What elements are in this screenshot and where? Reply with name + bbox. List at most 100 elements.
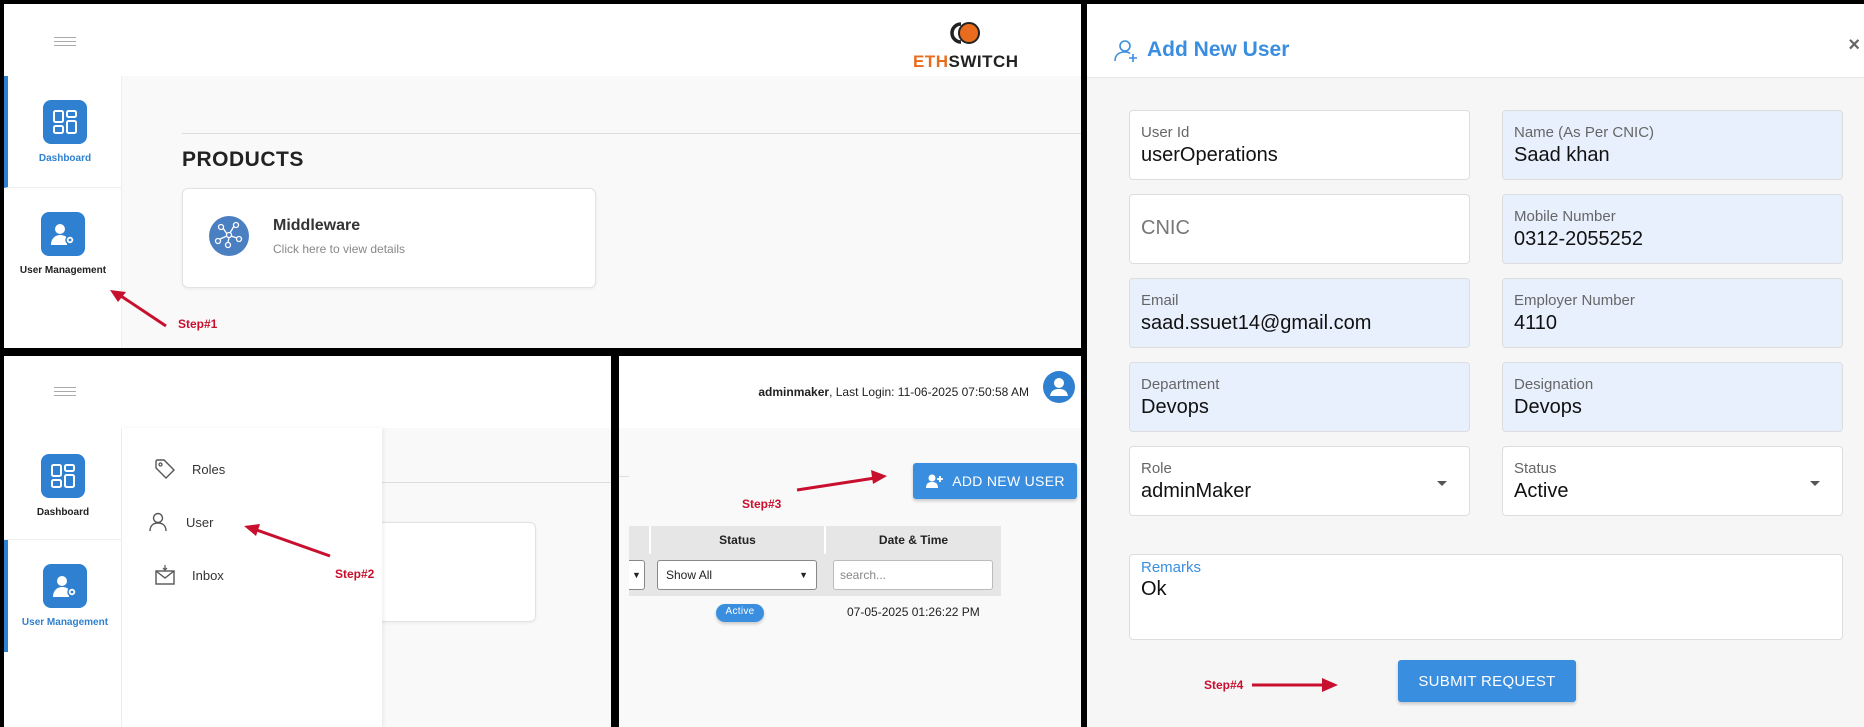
status-badge: Active: [716, 604, 764, 622]
step1-arrow: [110, 290, 167, 328]
submenu-item-inbox[interactable]: Inbox: [154, 560, 224, 590]
status-select[interactable]: Status Active: [1502, 446, 1843, 516]
role-value: adminMaker: [1141, 480, 1252, 502]
department-value: Devops: [1141, 396, 1209, 418]
dialog-title: Add New User: [1147, 38, 1290, 61]
user-icon: [149, 512, 167, 532]
submenu-label-user: User: [186, 514, 214, 530]
mobile-number-field[interactable]: Mobile Number 0312-2055252: [1502, 194, 1843, 264]
email-label: Email: [1141, 292, 1179, 309]
table-header-partial: [629, 526, 651, 554]
product-card-middleware[interactable]: Middleware Click here to view details: [182, 188, 596, 288]
cnic-field[interactable]: CNIC: [1129, 194, 1470, 264]
dropdown-arrow-icon: [1810, 481, 1820, 486]
status-label: Status: [1514, 460, 1557, 477]
email-field[interactable]: Email saad.ssuet14@gmail.com: [1129, 278, 1470, 348]
employer-value: 4110: [1514, 312, 1558, 334]
step3-panel: adminmaker, Last Login: 11-06-2025 07:50…: [619, 356, 1081, 727]
step1-panel: ETHSWITCH Dashboard User Management PROD…: [4, 4, 1081, 348]
status-filter-select[interactable]: Show All ▼: [657, 560, 817, 590]
chevron-down-icon: ▼: [799, 570, 808, 580]
date-search-input[interactable]: search...: [833, 560, 993, 590]
logo-mark-icon: [950, 22, 980, 44]
sidebar-item-user-management[interactable]: User Management: [4, 540, 122, 652]
top-bar: ETHSWITCH: [4, 4, 1081, 76]
add-user-dialog: Add New User × User Id userOperations Na…: [1087, 4, 1864, 727]
sidebar-label-user-management: User Management: [21, 617, 109, 628]
logo-text: ETHSWITCH: [913, 52, 1019, 71]
table-header-date-time[interactable]: Date & Time: [826, 526, 1001, 554]
partial-filter-select[interactable]: ▼: [629, 560, 645, 590]
dropdown-arrow-icon: [1437, 481, 1447, 486]
ethswitch-logo: ETHSWITCH: [913, 18, 1023, 71]
divider: [182, 133, 1081, 134]
designation-field[interactable]: Designation Devops: [1502, 362, 1843, 432]
add-new-user-label: ADD NEW USER: [952, 473, 1065, 489]
middleware-network-icon: [209, 216, 249, 256]
user-gear-icon: [43, 564, 87, 608]
status-value: Active: [1514, 480, 1569, 502]
remarks-value: Ok: [1141, 578, 1167, 600]
menu-toggle-icon[interactable]: [54, 384, 76, 398]
sidebar-label-dashboard: Dashboard: [36, 507, 90, 518]
step2-panel: Dashboard User Management etails Roles U…: [4, 356, 611, 727]
top-bar: [4, 356, 611, 428]
submenu-label-roles: Roles: [192, 461, 226, 477]
add-user-outline-icon: [1114, 40, 1137, 62]
dialog-header: Add New User ×: [1087, 4, 1864, 78]
email-value: saad.ssuet14@gmail.com: [1141, 312, 1372, 334]
submenu-item-roles[interactable]: Roles: [154, 454, 225, 484]
row-date-time: 07-05-2025 01:26:22 PM: [847, 605, 980, 619]
role-label: Role: [1141, 460, 1172, 477]
sidebar-item-user-management[interactable]: User Management: [4, 188, 122, 300]
sidebar-label-user-management: User Management: [19, 265, 107, 276]
step4-arrow: [1252, 678, 1338, 692]
username: adminmaker: [758, 385, 830, 399]
submit-request-button[interactable]: SUBMIT REQUEST: [1398, 660, 1576, 702]
sidebar: Dashboard User Management: [4, 76, 122, 348]
mobile-label: Mobile Number: [1514, 208, 1616, 225]
user-id-value: userOperations: [1141, 144, 1278, 166]
add-user-icon: [926, 474, 944, 488]
department-label: Department: [1141, 376, 1220, 393]
divider: [619, 476, 629, 477]
step1-label: Step#1: [178, 317, 218, 331]
employer-number-field[interactable]: Employer Number 4110: [1502, 278, 1843, 348]
name-value: Saad khan: [1514, 144, 1610, 166]
chevron-down-icon: ▼: [632, 570, 641, 580]
designation-label: Designation: [1514, 376, 1594, 393]
sidebar-item-dashboard[interactable]: Dashboard: [4, 428, 122, 540]
role-select[interactable]: Role adminMaker: [1129, 446, 1470, 516]
step2-arrow: [244, 524, 331, 558]
remarks-field[interactable]: Remarks Ok: [1129, 554, 1843, 640]
sidebar-item-dashboard[interactable]: Dashboard: [4, 76, 122, 188]
department-field[interactable]: Department Devops: [1129, 362, 1470, 432]
cnic-placeholder: CNIC: [1141, 217, 1190, 239]
close-icon[interactable]: ×: [1848, 34, 1860, 57]
name-field[interactable]: Name (As Per CNIC) Saad khan: [1502, 110, 1843, 180]
user-id-field[interactable]: User Id userOperations: [1129, 110, 1470, 180]
user-gear-icon: [41, 212, 85, 256]
card-title: Middleware: [273, 217, 361, 234]
step4-label: Step#4: [1204, 678, 1244, 692]
employer-label: Employer Number: [1514, 292, 1635, 309]
card-subtitle: Click here to view details: [273, 242, 406, 256]
remarks-label: Remarks: [1141, 559, 1202, 576]
last-login: , Last Login: 11-06-2025 07:50:58 AM: [829, 385, 1029, 399]
designation-value: Devops: [1514, 396, 1582, 418]
name-label: Name (As Per CNIC): [1514, 124, 1655, 141]
user-id-label: User Id: [1141, 124, 1190, 141]
menu-toggle-icon[interactable]: [54, 34, 76, 48]
dashboard-icon: [43, 100, 87, 144]
sidebar: Dashboard User Management: [4, 428, 122, 727]
add-new-user-button[interactable]: ADD NEW USER: [913, 463, 1077, 499]
sidebar-label-dashboard: Dashboard: [38, 153, 92, 164]
products-title: PRODUCTS: [182, 148, 304, 171]
user-avatar-icon: [1050, 378, 1068, 396]
avatar[interactable]: [1043, 371, 1075, 403]
mobile-value: 0312-2055252: [1514, 228, 1644, 250]
submenu-label-inbox: Inbox: [192, 567, 224, 583]
table-header-status[interactable]: Status: [651, 526, 826, 554]
submenu-item-user[interactable]: User: [148, 507, 213, 537]
user-login-info: adminmaker, Last Login: 11-06-2025 07:50…: [758, 385, 1029, 399]
